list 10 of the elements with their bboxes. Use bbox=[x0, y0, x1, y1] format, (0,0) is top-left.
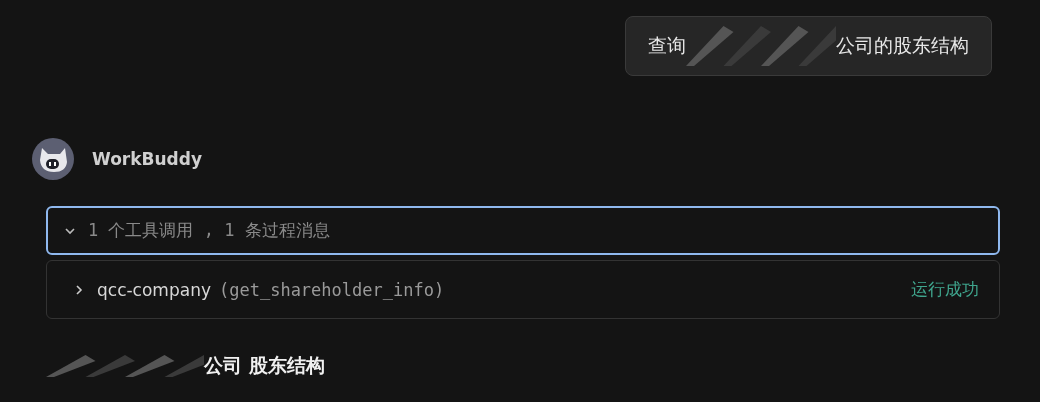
process-summary-toggle[interactable]: 1 个工具调用 , 1 条过程消息 bbox=[46, 206, 1000, 255]
robot-avatar-icon bbox=[32, 138, 74, 180]
assistant-name: WorkBuddy bbox=[92, 149, 202, 169]
tool-function: (get_shareholder_info) bbox=[219, 279, 445, 300]
tool-call-row[interactable]: qcc-company (get_shareholder_info) 运行成功 bbox=[46, 260, 1000, 319]
tool-status: 运行成功 bbox=[911, 278, 979, 301]
result-heading: 公司 股东结构 bbox=[204, 353, 325, 378]
message-text: 查询 bbox=[648, 33, 686, 58]
tool-server: qcc-company bbox=[97, 279, 211, 300]
message-text: 公司的股东结构 bbox=[836, 33, 969, 58]
